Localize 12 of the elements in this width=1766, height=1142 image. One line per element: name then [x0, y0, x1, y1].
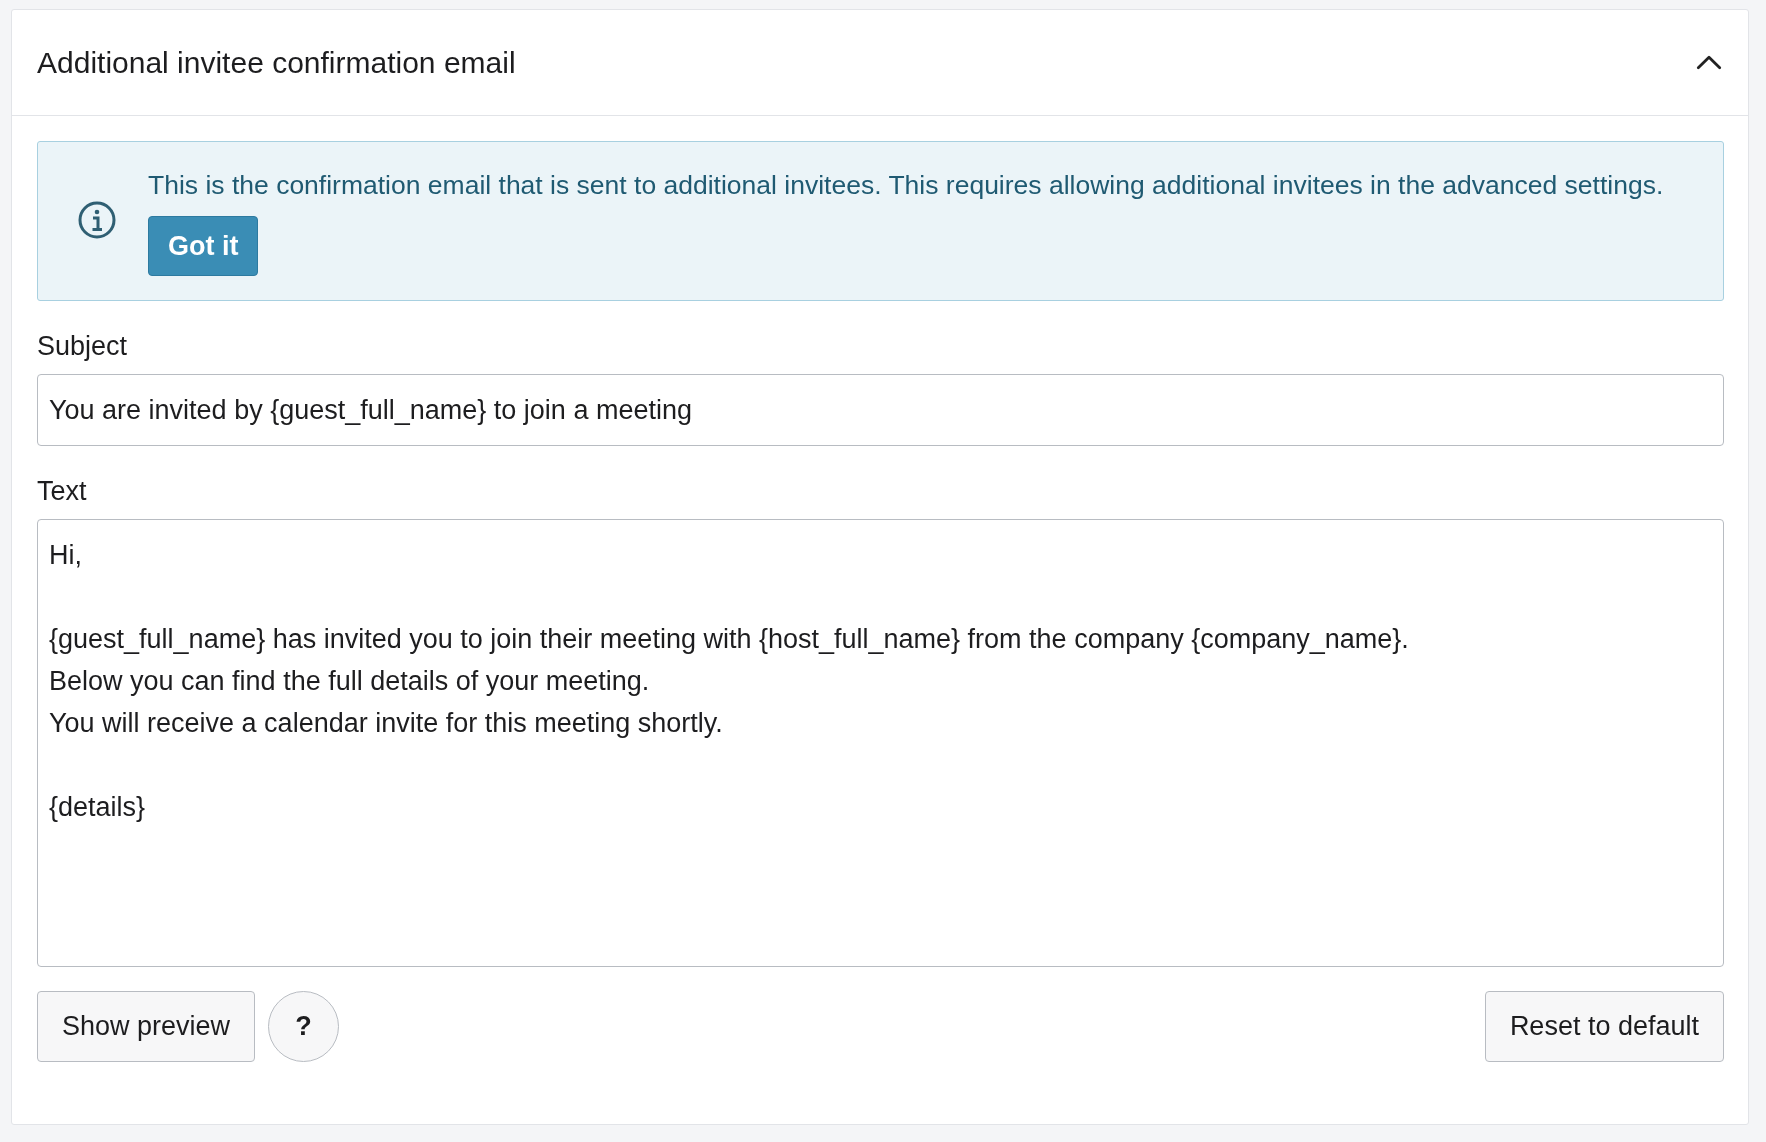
got-it-button[interactable]: Got it	[148, 216, 259, 276]
text-area[interactable]: Hi, {guest_full_name} has invited you to join their meeting with {host_full_name} from the company {company_name}. Below you can find the full details of your meeting. You will receive a calendar invite for this meeting shortly. {details}	[37, 519, 1724, 967]
field-label: Subject	[37, 331, 129, 362]
collapse-chevron-icon[interactable]	[1696, 55, 1722, 70]
subject-input[interactable]: You are invited by {guest_full_name} to join a meeting	[37, 374, 1724, 446]
notice-text: This is the confirmation email that is sent to additional invitees. This requires allowing additional invitees in the advanced settings.	[148, 169, 1664, 202]
help-button[interactable]: ?	[268, 991, 340, 1062]
panel-title: Additional invitee confirmation email	[37, 45, 516, 80]
reset-to-default-button[interactable]: Reset to default	[1484, 991, 1724, 1062]
show-preview-button[interactable]: Show preview	[37, 991, 256, 1062]
field-label: Text	[37, 476, 88, 507]
info-icon	[77, 200, 117, 240]
